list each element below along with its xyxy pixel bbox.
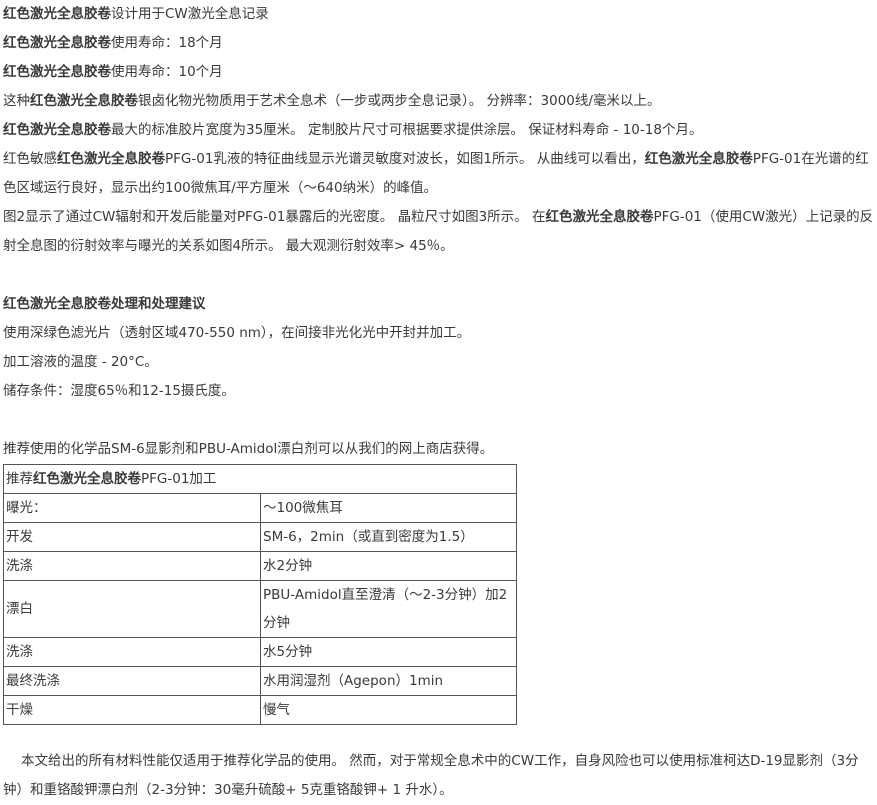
table-row: 干燥 慢气 — [3, 695, 517, 725]
value-cell: 水2分钟 — [260, 551, 517, 581]
value-cell: 水用润湿剂（Agepon）1min — [260, 666, 517, 696]
product-name: 红色激光全息胶卷 — [3, 122, 111, 138]
footer-note: 本文给出的所有材料性能仅适用于推荐化学品的使用。 然而，对于常规全息术中的CW工… — [3, 753, 859, 798]
info-line-3: 红色激光全息胶卷使用寿命：10个月 — [3, 64, 223, 80]
product-name: 红色激光全息胶卷 — [30, 93, 138, 109]
info-line-2: 红色激光全息胶卷使用寿命：18个月 — [3, 35, 223, 51]
table-header-row: 推荐红色激光全息胶卷PFG-01加工 — [3, 464, 517, 494]
product-name: 红色激光全息胶卷 — [3, 64, 111, 80]
value-cell: 〜100微焦耳 — [260, 493, 517, 523]
step-cell: 干燥 — [3, 695, 261, 725]
value-cell: 慢气 — [260, 695, 517, 725]
table-row: 漂白 PBU-Amidol直至澄清（〜2-3分钟）加2分钟 — [3, 580, 517, 638]
product-name: 红色激光全息胶卷 — [3, 35, 111, 51]
step-cell: 洗涤 — [3, 551, 261, 581]
spectral-sensitivity-paragraph: 红色敏感红色激光全息胶卷PFG-01乳液的特征曲线显示光谱灵敏度对波长，如图1所… — [3, 151, 869, 196]
processing-table: 推荐红色激光全息胶卷PFG-01加工 曝光： 〜100微焦耳 开发 SM-6，2… — [3, 464, 517, 725]
table-row: 最终洗涤 水用润湿剂（Agepon）1min — [3, 666, 517, 696]
step-cell: 最终洗涤 — [3, 666, 261, 696]
section-item-3: 储存条件：湿度65％和12-15摄氏度。 — [3, 383, 235, 399]
info-line-4: 这种红色激光全息胶卷银卤化物光物质用于艺术全息术（一步或两步全息记录）。 分辨率… — [3, 93, 661, 109]
section-item-1: 使用深绿色滤光片（透射区域470-550 nm），在间接非光化光中开封并加工。 — [3, 325, 471, 341]
value-cell: SM-6，2min（或直到密度为1.5） — [260, 522, 517, 552]
section-title: 红色激光全息胶卷处理和处理建议 — [3, 296, 206, 312]
chemicals-note: 推荐使用的化学品SM-6显影剂和PBU-Amidol漂白剂可以从我们的网上商店获… — [3, 441, 494, 457]
table-row: 洗涤 水5分钟 — [3, 637, 517, 667]
document-body: 红色激光全息胶卷设计用于CW激光全息记录 红色激光全息胶卷使用寿命：18个月 红… — [3, 0, 875, 805]
info-line-5: 红色激光全息胶卷最大的标准胶片宽度为35厘米。 定制胶片尺寸可根据要求提供涂层。… — [3, 122, 703, 138]
diffraction-efficiency-paragraph: 图2显示了通过CW辐射和开发后能量对PFG-01暴露后的光密度。 晶粒尺寸如图3… — [3, 209, 874, 254]
table-row: 洗涤 水2分钟 — [3, 551, 517, 581]
step-cell: 漂白 — [3, 580, 261, 638]
table-title: 推荐红色激光全息胶卷PFG-01加工 — [3, 464, 517, 494]
value-cell: PBU-Amidol直至澄清（〜2-3分钟）加2分钟 — [260, 580, 517, 638]
step-cell: 曝光： — [3, 493, 261, 523]
table-row: 开发 SM-6，2min（或直到密度为1.5） — [3, 522, 517, 552]
info-line-1: 红色激光全息胶卷设计用于CW激光全息记录 — [3, 6, 269, 22]
step-cell: 洗涤 — [3, 637, 261, 667]
table-row: 曝光： 〜100微焦耳 — [3, 493, 517, 523]
section-item-2: 加工溶液的温度 - 20°C。 — [3, 354, 158, 370]
product-name: 红色激光全息胶卷 — [3, 6, 111, 22]
value-cell: 水5分钟 — [260, 637, 517, 667]
step-cell: 开发 — [3, 522, 261, 552]
